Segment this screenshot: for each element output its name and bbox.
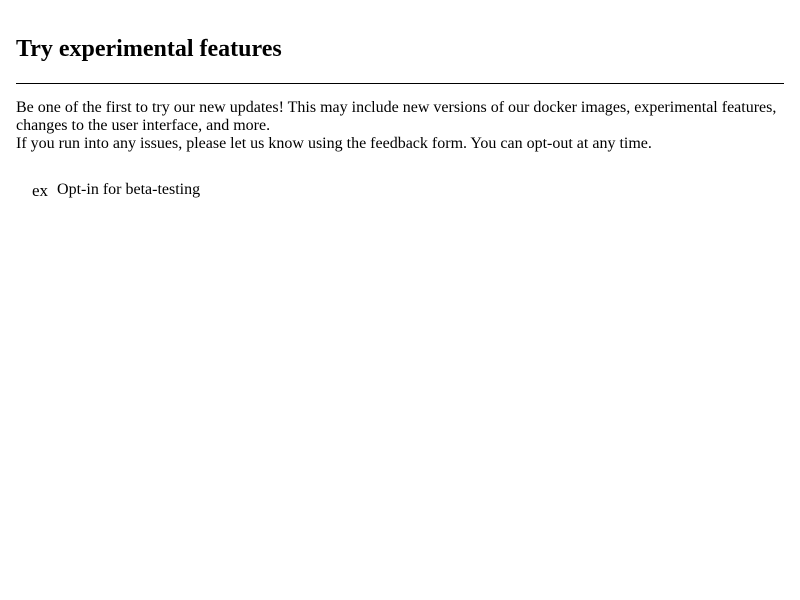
toggle-icon[interactable]: ex: [32, 181, 48, 201]
beta-optin-label[interactable]: Opt-in for beta-testing: [57, 180, 200, 200]
beta-optin-toggle[interactable]: ex Opt-in for beta-testing: [32, 180, 200, 200]
description-line-intro: Be one of the first to try our new updat…: [16, 99, 777, 134]
description-line-feedback: If you run into any issues, please let u…: [16, 135, 652, 152]
feature-description: Be one of the first to try our new updat…: [16, 99, 784, 153]
title-divider: [16, 83, 784, 84]
page-title: Try experimental features: [16, 36, 282, 62]
